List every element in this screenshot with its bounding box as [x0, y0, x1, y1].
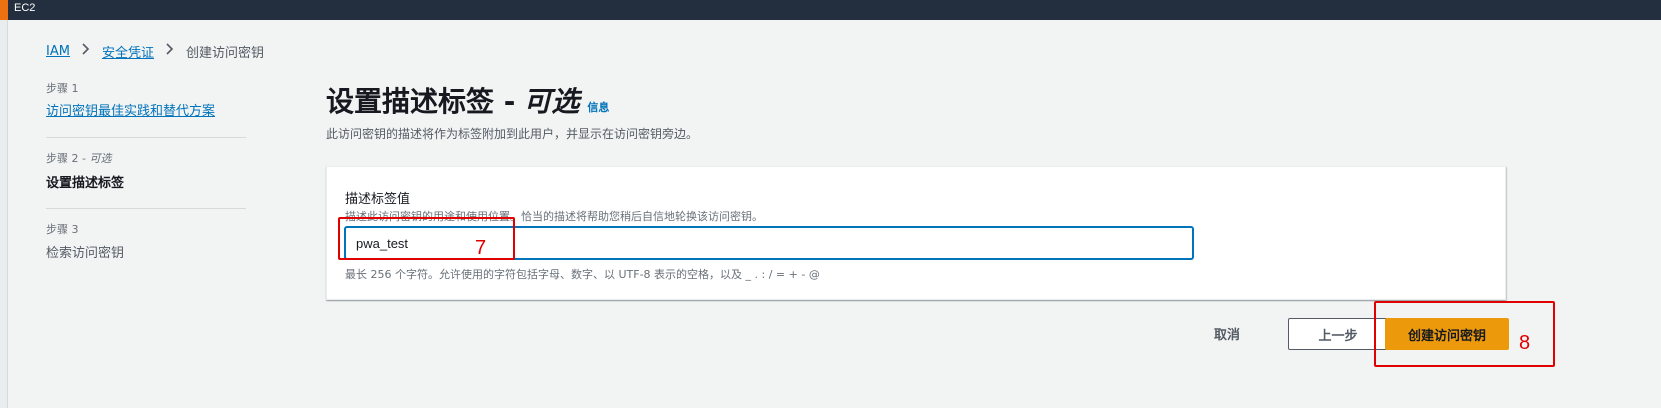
service-name[interactable]: EC2 [14, 2, 35, 14]
side-navigation-collapsed[interactable] [0, 20, 8, 408]
step-3-label: 步骤 3 [46, 223, 79, 236]
breadcrumb-iam[interactable]: IAM [46, 44, 70, 59]
chevron-right-icon [82, 43, 90, 59]
previous-button[interactable]: 上一步 [1288, 318, 1388, 350]
step-2-number: 步骤 2 - [46, 152, 86, 165]
step-divider [46, 208, 246, 209]
step-2-current: 设置描述标签 [46, 176, 125, 191]
step-2-label: 步骤 2 - 可选 [46, 150, 111, 166]
annotation-number-8: 8 [1519, 332, 1531, 354]
page-title-optional: 可选 [523, 85, 580, 118]
annotation-box-7 [338, 217, 515, 260]
step-1-label: 步骤 1 [46, 82, 79, 95]
field-label: 描述标签值 [345, 192, 411, 207]
field-constraint: 最长 256 个字符。允许使用的字符包括字母、数字、以 UTF-8 表示的空格，… [345, 268, 820, 281]
step-divider [46, 137, 246, 138]
cancel-button[interactable]: 取消 [1214, 317, 1240, 349]
info-link[interactable]: 信息 [587, 99, 609, 115]
page-description: 此访问密钥的描述将作为标签附加到此用户，并显示在访问密钥旁边。 [326, 127, 699, 141]
page-title-text: 设置描述标签 - [326, 85, 516, 118]
chevron-right-icon [166, 43, 174, 59]
breadcrumb: IAM 安全凭证 创建访问密钥 [46, 42, 264, 61]
breadcrumb-current-page: 创建访问密钥 [185, 45, 264, 61]
step-1-link[interactable]: 访问密钥最佳实践和替代方案 [46, 100, 215, 119]
page-title: 设置描述标签 - 可选 信息 [326, 80, 609, 120]
ec2-service-icon[interactable] [0, 0, 8, 20]
breadcrumb-security-credentials[interactable]: 安全凭证 [102, 42, 154, 61]
step-3-title: 检索访问密钥 [46, 246, 125, 261]
top-navigation-bar: EC2 [0, 0, 1661, 20]
step-2-optional: 可选 [89, 152, 112, 165]
annotation-number-7: 7 [475, 237, 487, 259]
